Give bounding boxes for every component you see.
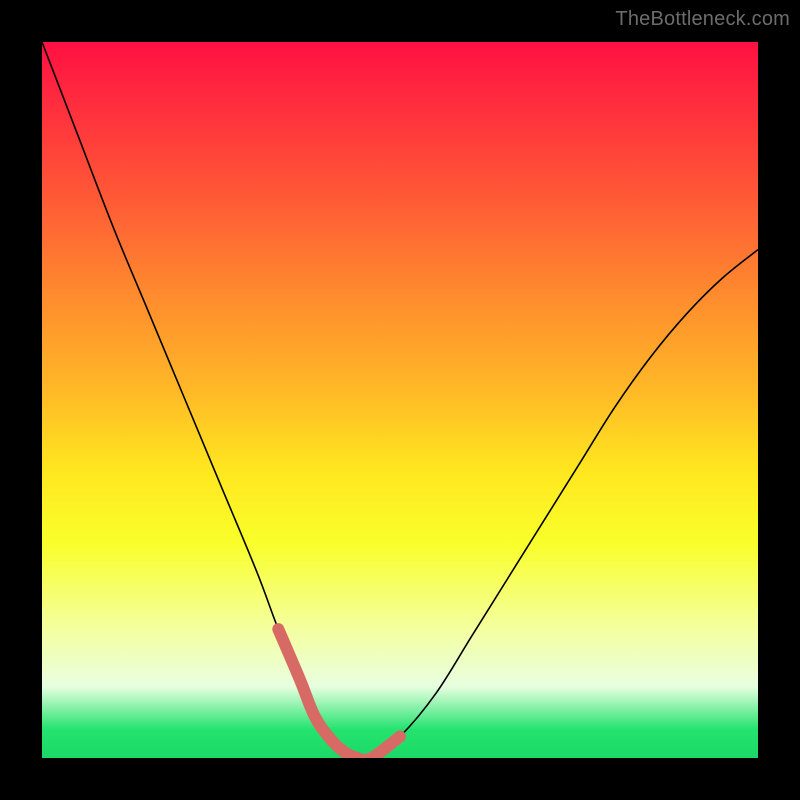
highlight-band <box>278 629 400 758</box>
plot-area <box>42 42 758 758</box>
bottleneck-curve <box>42 42 758 758</box>
chart-frame: TheBottleneck.com <box>0 0 800 800</box>
watermark-text: TheBottleneck.com <box>615 8 790 31</box>
curve-layer <box>42 42 758 758</box>
